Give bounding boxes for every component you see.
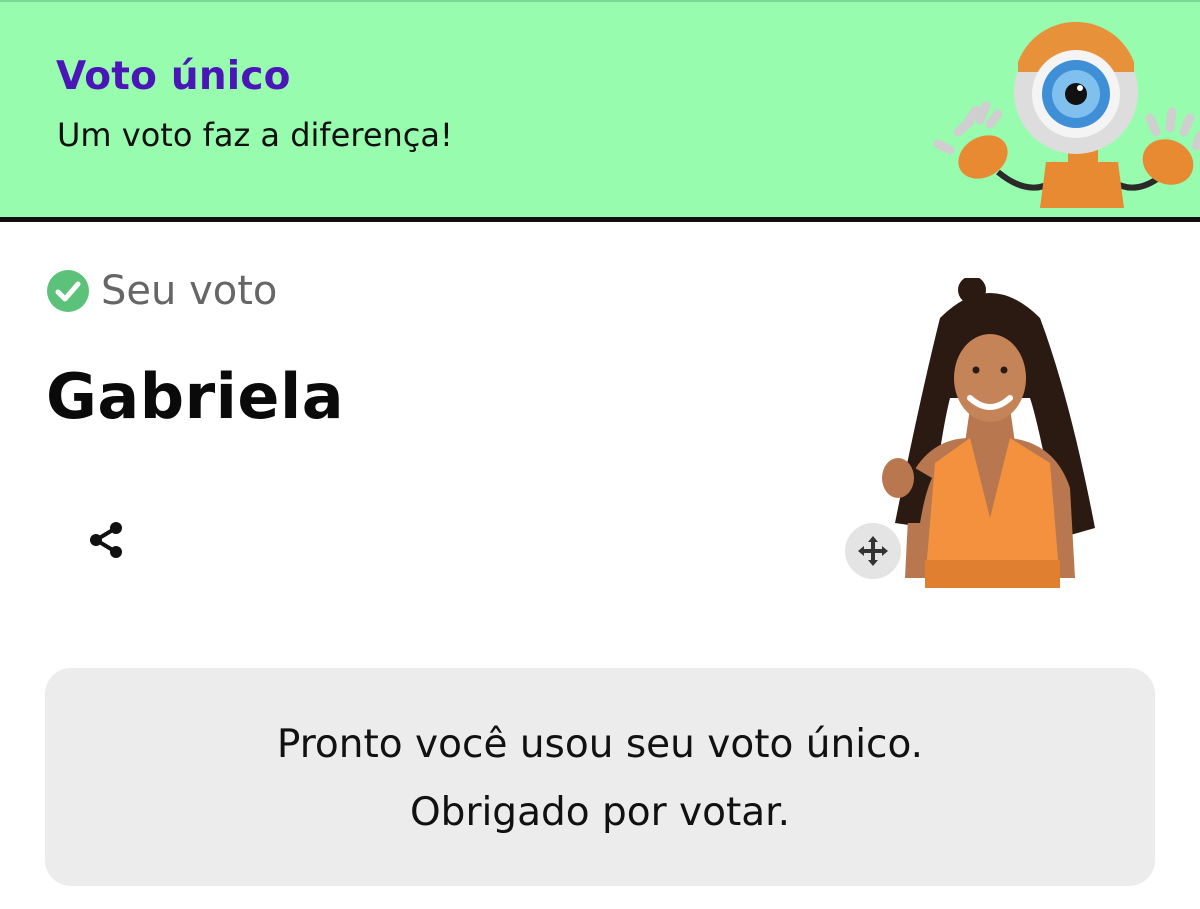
candidate-name: Gabriela — [46, 360, 345, 433]
confirmation-line-1: Pronto você usou seu voto único. — [276, 722, 924, 767]
header-banner: Voto único Um voto faz a diferença! — [0, 0, 1200, 222]
candidate-photo — [882, 278, 1095, 588]
banner-subtitle: Um voto faz a diferença! — [57, 116, 453, 154]
vote-status: Seu voto — [46, 268, 277, 314]
check-circle-icon — [47, 270, 89, 312]
banner-title: Voto único — [56, 54, 291, 99]
vote-label: Seu voto — [101, 268, 278, 314]
confirmation-message: Pronto você usou seu voto único. Obrigad… — [45, 668, 1155, 886]
move-handle[interactable] — [845, 523, 901, 579]
big-brother-eye-mascot-icon — [933, 22, 1200, 208]
share-icon[interactable] — [84, 517, 130, 563]
move-arrows-icon — [858, 536, 888, 566]
confirmation-line-2: Obrigado por votar. — [409, 790, 791, 835]
